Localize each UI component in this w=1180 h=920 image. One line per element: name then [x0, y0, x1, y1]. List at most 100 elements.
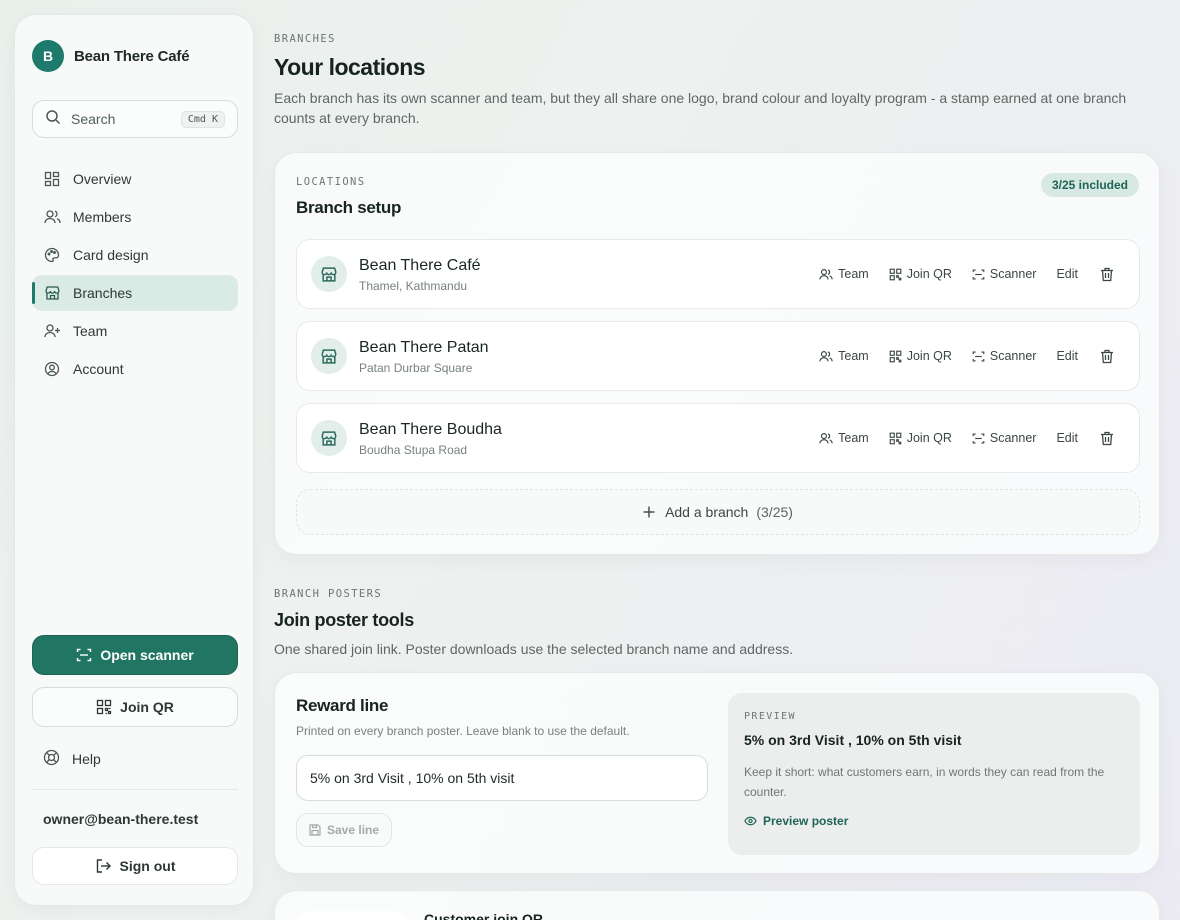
sidebar: B Bean There Café Search Cmd K Overview …: [14, 14, 254, 906]
delete-branch-button[interactable]: [1100, 267, 1119, 282]
user-circle-icon: [43, 360, 61, 378]
plus-icon: [643, 506, 655, 518]
sign-out-button[interactable]: Sign out: [32, 847, 238, 885]
branch-setup-card: LOCATIONS Branch setup 3/25 included Bea…: [274, 152, 1160, 555]
reward-line-value: 5% on 3rd Visit , 10% on 5th visit: [310, 770, 515, 786]
preview-poster-label: Preview poster: [763, 814, 849, 828]
scan-icon: [76, 647, 92, 663]
qr-icon: [96, 699, 112, 715]
branch-scanner-label: Scanner: [989, 431, 1037, 445]
trash-icon: [1101, 431, 1113, 445]
brand-avatar: B: [32, 40, 64, 72]
scan-icon: [972, 350, 985, 362]
preview-poster-link[interactable]: Preview poster: [744, 814, 1124, 828]
plan-usage-badge: 3/25 included: [1040, 173, 1139, 197]
account-email: owner@bean-there.test: [43, 811, 199, 827]
add-branch-button[interactable]: Add a branch (3/25): [296, 489, 1140, 535]
eye-icon: [744, 816, 757, 826]
brand-name: Bean There Café: [74, 47, 190, 65]
sidebar-item-label: Account: [73, 361, 124, 377]
save-line-label: Save line: [327, 823, 380, 837]
users-icon: [819, 432, 833, 443]
customer-join-qr-title: Customer join QR: [424, 911, 544, 920]
sidebar-item-branches[interactable]: Branches: [32, 275, 238, 311]
page-title: Your locations: [274, 54, 426, 80]
branch-edit-button[interactable]: Edit: [1056, 431, 1078, 445]
add-branch-count: (3/25): [756, 504, 793, 520]
sidebar-item-account[interactable]: Account: [32, 351, 238, 387]
branch-name: Bean There Patan: [359, 339, 489, 356]
reward-line-card: Reward line Printed on every branch post…: [274, 672, 1160, 874]
branch-edit-button[interactable]: Edit: [1056, 267, 1078, 281]
sign-out-label: Sign out: [119, 858, 176, 874]
preview-eyebrow: PREVIEW: [744, 711, 796, 722]
sidebar-divider: [32, 789, 238, 790]
branch-join-qr-button[interactable]: Join QR: [889, 349, 952, 363]
open-scanner-button[interactable]: Open scanner: [32, 635, 238, 675]
branch-row[interactable]: Bean There Café Thamel, Kathmandu Team J…: [296, 239, 1140, 309]
preview-description: Keep it short: what customers earn, in w…: [744, 765, 1105, 799]
store-icon: [311, 338, 347, 374]
branch-actions: Team Join QR Scanner Edit: [799, 322, 1119, 390]
search-icon: [45, 109, 61, 130]
branch-scanner-button[interactable]: Scanner: [972, 267, 1036, 281]
reward-line-title: Reward line: [296, 696, 389, 715]
branch-team-button[interactable]: Team: [819, 431, 869, 445]
poster-preview-panel: PREVIEW 5% on 3rd Visit , 10% on 5th vis…: [728, 693, 1140, 855]
branch-scanner-button[interactable]: Scanner: [972, 349, 1037, 363]
join-qr-button[interactable]: Join QR: [32, 687, 238, 727]
search-input[interactable]: Search Cmd K: [32, 100, 238, 138]
save-line-button[interactable]: Save line: [296, 813, 393, 847]
preview-title: 5% on 3rd Visit , 10% on 5th visit: [744, 732, 962, 748]
logout-icon: [95, 858, 112, 874]
users-icon: [819, 350, 833, 361]
search-shortcut: Cmd K: [180, 110, 225, 128]
branch-edit-button[interactable]: Edit: [1056, 349, 1078, 363]
reward-line-input[interactable]: 5% on 3rd Visit , 10% on 5th visit: [296, 755, 708, 801]
branch-team-button[interactable]: Team: [819, 267, 869, 281]
sidebar-nav: Overview Members Card design Branches Te…: [32, 161, 238, 389]
sidebar-item-team[interactable]: Team: [32, 313, 238, 349]
sidebar-item-label: Team: [73, 323, 108, 339]
qr-icon: [889, 432, 902, 444]
branch-team-label: Team: [838, 349, 869, 363]
store-icon: [311, 256, 347, 292]
user-plus-icon: [43, 322, 61, 340]
users-icon: [43, 208, 61, 226]
branch-scanner-label: Scanner: [989, 349, 1037, 363]
store-icon: [311, 420, 347, 456]
branch-scanner-button[interactable]: Scanner: [972, 431, 1037, 445]
branch-name: Bean There Café: [359, 257, 481, 274]
branch-address: Boudha Stupa Road: [359, 443, 468, 457]
delete-branch-button[interactable]: [1100, 349, 1119, 364]
branch-team-label: Team: [838, 431, 869, 445]
sidebar-item-overview[interactable]: Overview: [32, 161, 238, 197]
branch-actions: Team Join QR Scanner Edit: [799, 240, 1119, 308]
branch-name: Bean There Boudha: [359, 421, 502, 438]
branch-row[interactable]: Bean There Boudha Boudha Stupa Road Team…: [296, 403, 1140, 473]
sidebar-item-label: Branches: [73, 285, 133, 301]
grid-icon: [43, 170, 61, 188]
page-description: Each branch has its own scanner and team…: [274, 90, 1127, 126]
search-label: Search: [71, 111, 116, 127]
customer-join-qr-card: Customer join QR: [274, 890, 1160, 920]
sidebar-item-label: Overview: [73, 171, 132, 187]
delete-branch-button[interactable]: [1100, 431, 1119, 446]
posters-eyebrow: BRANCH POSTERS: [274, 588, 383, 600]
branch-team-button[interactable]: Team: [819, 349, 869, 363]
branch-join-qr-button[interactable]: Join QR: [889, 267, 952, 281]
branch-join-qr-label: Join QR: [906, 349, 952, 363]
brand[interactable]: B Bean There Café: [32, 40, 190, 72]
help-link[interactable]: Help: [32, 741, 101, 777]
qr-icon: [889, 350, 902, 362]
branch-address: Thamel, Kathmandu: [359, 279, 468, 293]
posters-title: Join poster tools: [274, 610, 414, 630]
sidebar-item-members[interactable]: Members: [32, 199, 238, 235]
branch-edit-label: Edit: [1056, 431, 1078, 445]
branch-join-qr-button[interactable]: Join QR: [889, 431, 952, 445]
branch-row[interactable]: Bean There Patan Patan Durbar Square Tea…: [296, 321, 1140, 391]
reward-line-hint: Printed on every branch poster. Leave bl…: [296, 724, 630, 738]
sidebar-item-card-design[interactable]: Card design: [32, 237, 238, 273]
users-icon: [819, 268, 833, 279]
sidebar-item-label: Members: [73, 209, 132, 225]
